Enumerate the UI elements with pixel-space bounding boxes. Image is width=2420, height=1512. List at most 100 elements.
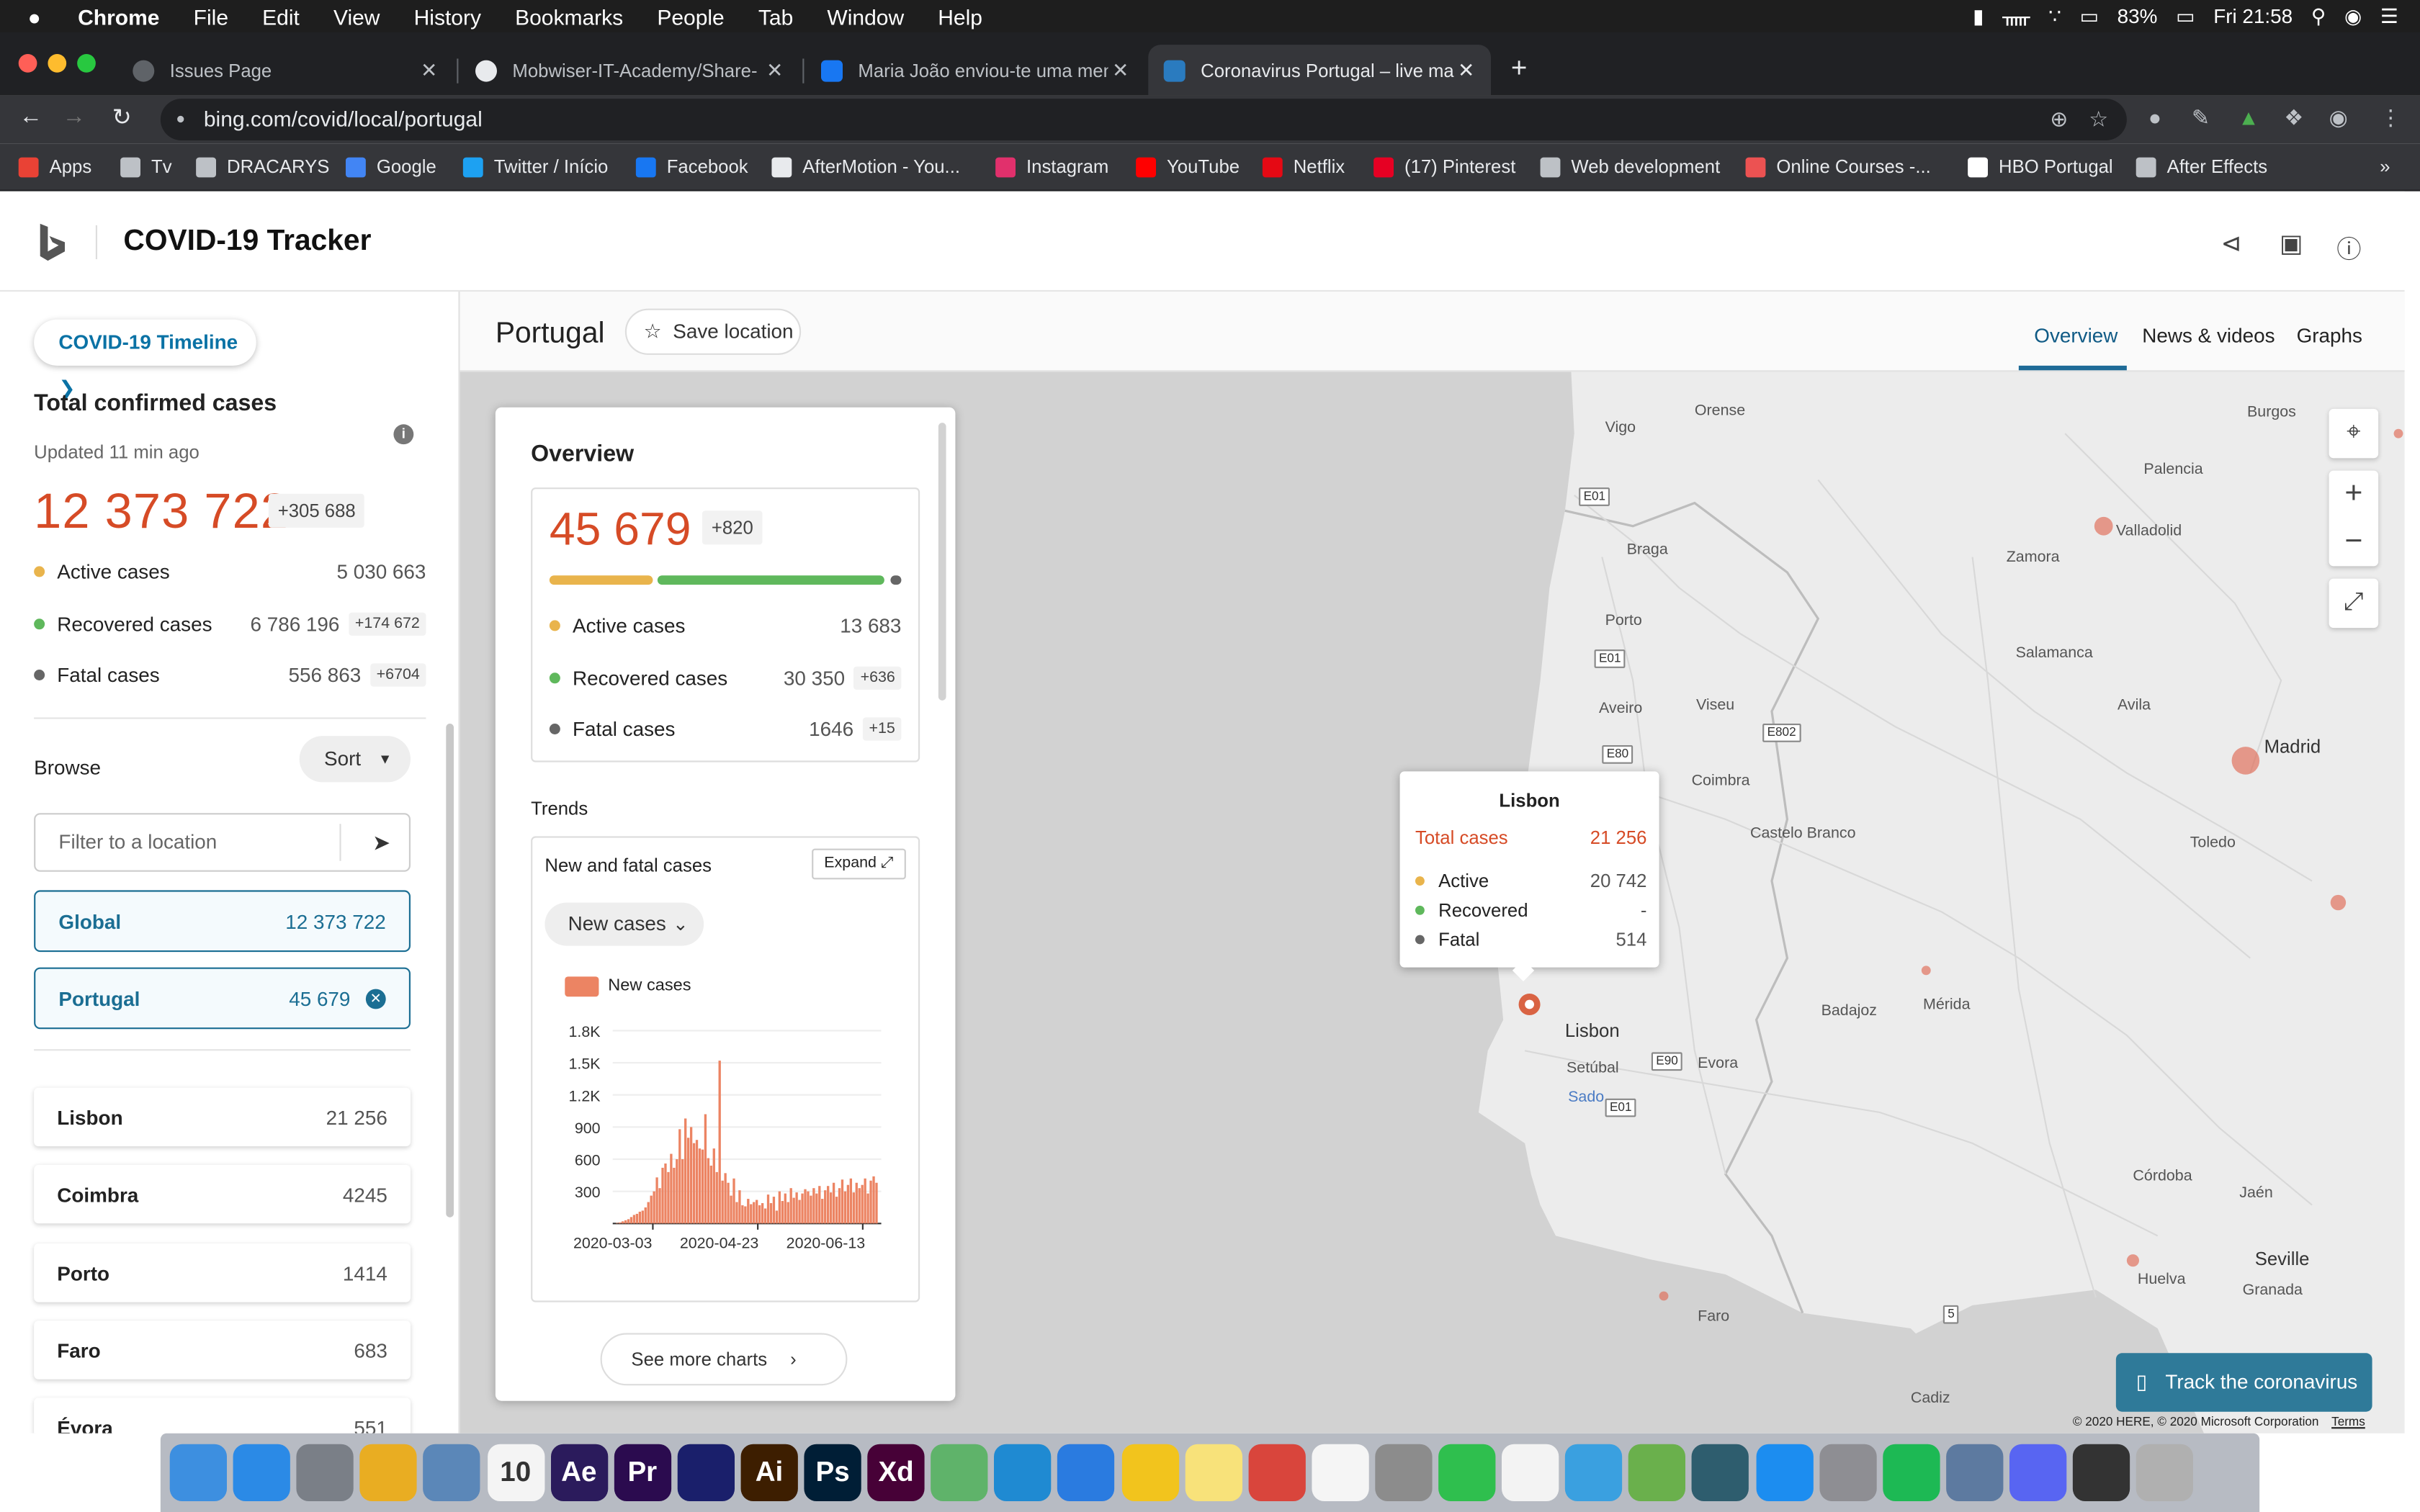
window-close-button[interactable] xyxy=(18,54,37,73)
menu-people[interactable]: People xyxy=(657,4,724,28)
window-zoom-button[interactable] xyxy=(77,54,96,73)
dock-app-icon[interactable]: Pr xyxy=(614,1444,671,1501)
window-minimize-button[interactable] xyxy=(48,54,67,73)
locate-me-button[interactable]: ⌖ xyxy=(2329,408,2379,459)
dock-app-icon[interactable] xyxy=(1375,1444,1433,1501)
dock-app-icon[interactable] xyxy=(1057,1444,1115,1501)
location-global[interactable]: Global 12 373 722 xyxy=(34,890,411,953)
expand-chart-button[interactable]: Expand ⤢ xyxy=(812,848,906,880)
terms-link[interactable]: Terms xyxy=(2331,1415,2365,1428)
tab-news-videos[interactable]: News & videos xyxy=(2142,324,2275,347)
tab-issues-page[interactable]: Issues Page ✕ xyxy=(117,45,454,96)
tab-coronavirus-portugal[interactable]: Coronavirus Portugal – live map ✕ xyxy=(1148,45,1491,96)
tab-close-icon[interactable]: ✕ xyxy=(417,58,442,82)
location-filter-input[interactable]: Filter to a location ➤ xyxy=(34,813,411,872)
dock-app-icon[interactable] xyxy=(1438,1444,1496,1501)
tab-overview[interactable]: Overview xyxy=(2034,324,2118,347)
dock-app-icon[interactable] xyxy=(1184,1444,1242,1501)
spotlight-icon[interactable]: ⚲ xyxy=(2311,4,2326,28)
dock-app-icon[interactable] xyxy=(1755,1444,1813,1501)
menu-edit[interactable]: Edit xyxy=(262,4,300,28)
bookmark-item[interactable]: Instagram xyxy=(995,153,1108,181)
clock[interactable]: Fri 21:58 xyxy=(2213,4,2293,27)
bookmark-item[interactable]: Tv xyxy=(120,153,172,181)
tab-close-icon[interactable]: ✕ xyxy=(1108,58,1133,82)
bluetooth-icon[interactable]: ᚅ xyxy=(2002,4,2030,28)
forward-button[interactable]: → xyxy=(58,104,89,130)
dock-app-icon[interactable] xyxy=(677,1444,735,1501)
dock-app-icon[interactable] xyxy=(1247,1444,1306,1501)
dock-app-icon[interactable] xyxy=(1882,1444,1940,1501)
locate-me-icon[interactable]: ➤ xyxy=(372,814,390,870)
location-porto[interactable]: Porto 1414 xyxy=(34,1243,411,1302)
tab-close-icon[interactable]: ✕ xyxy=(763,58,787,82)
bookmark-item[interactable]: HBO Portugal xyxy=(1968,153,2113,181)
storage-icon[interactable]: ▮ xyxy=(1973,4,1984,28)
dock-app-icon[interactable] xyxy=(1565,1444,1623,1501)
back-button[interactable]: ← xyxy=(15,104,46,130)
notification-center-icon[interactable]: ☰ xyxy=(2380,4,2398,28)
bookmark-item[interactable]: Netflix xyxy=(1262,153,1345,181)
save-location-button[interactable]: ☆ Save location xyxy=(624,308,802,355)
apple-icon[interactable]: ● xyxy=(28,4,41,28)
extensions-puzzle-icon[interactable]: ❖ xyxy=(2284,105,2303,131)
location-evora[interactable]: Évora 551 xyxy=(34,1398,411,1434)
info-icon[interactable]: ⓘ xyxy=(2336,228,2361,265)
dock-app-icon[interactable] xyxy=(1311,1444,1369,1501)
zoom-in-button[interactable]: + xyxy=(2329,471,2379,518)
menubar-app-name[interactable]: Chrome xyxy=(78,4,159,28)
dock-app-icon[interactable] xyxy=(1628,1444,1686,1501)
track-coronavirus-button[interactable]: ▯ Track the coronavirus xyxy=(2115,1353,2372,1412)
dock-app-icon[interactable] xyxy=(2009,1444,2067,1501)
dock-app-icon[interactable] xyxy=(994,1444,1052,1501)
location-portugal[interactable]: Portugal 45 679 ✕ xyxy=(34,967,411,1030)
dock-app-icon[interactable] xyxy=(2136,1444,2194,1501)
dock-app-icon[interactable]: Ps xyxy=(804,1444,861,1501)
bookmark-item[interactable]: After Effects xyxy=(2136,153,2267,181)
dock-app-icon[interactable]: Ai xyxy=(740,1444,798,1501)
card-scrollbar[interactable] xyxy=(938,423,946,701)
bookmark-item[interactable]: DRACARYS xyxy=(196,153,329,181)
bookmark-item[interactable]: Google xyxy=(346,153,436,181)
reload-button[interactable]: ↻ xyxy=(107,104,138,131)
pen-extension-icon[interactable]: ✎ xyxy=(2192,105,2210,131)
sidebar-scrollbar[interactable] xyxy=(446,723,454,1218)
chart-metric-dropdown[interactable]: New cases ⌄ xyxy=(544,902,704,946)
clear-location-icon[interactable]: ✕ xyxy=(365,988,386,1009)
dock-app-icon[interactable] xyxy=(359,1444,418,1501)
airplay-icon[interactable]: ▭ xyxy=(2080,4,2099,28)
share-icon[interactable]: ⊲ xyxy=(2221,228,2242,259)
bookmark-star-icon[interactable]: ☆ xyxy=(2089,99,2108,140)
new-tab-button[interactable]: + xyxy=(1511,53,1528,85)
bookmark-item[interactable]: Facebook xyxy=(635,153,748,181)
battery-icon[interactable]: ▭ xyxy=(2176,4,2195,28)
dock-app-icon[interactable]: Xd xyxy=(867,1444,925,1501)
see-more-charts-button[interactable]: See more charts › xyxy=(600,1333,848,1386)
location-lisbon[interactable]: Lisbon 21 256 xyxy=(34,1087,411,1147)
wifi-icon[interactable]: ∵ xyxy=(2048,4,2061,28)
menu-bookmarks[interactable]: Bookmarks xyxy=(515,4,623,28)
address-bar[interactable]: ● bing.com/covid/local/portugal ⊕ ☆ xyxy=(160,99,2127,140)
menu-help[interactable]: Help xyxy=(938,4,982,28)
extension-icon[interactable]: ● xyxy=(2148,105,2161,130)
menu-file[interactable]: File xyxy=(194,4,228,28)
info-icon[interactable]: i xyxy=(393,424,414,445)
dock-app-icon[interactable] xyxy=(233,1444,291,1501)
sort-dropdown[interactable]: Sort ▼ xyxy=(299,736,411,783)
bing-logo-icon[interactable] xyxy=(37,222,68,263)
lock-icon[interactable]: ● xyxy=(176,99,185,140)
bookmarks-overflow-icon[interactable]: » xyxy=(2380,153,2390,181)
dock-app-icon[interactable] xyxy=(1692,1444,1749,1501)
siri-icon[interactable]: ◉ xyxy=(2344,4,2362,28)
dock-app-icon[interactable] xyxy=(296,1444,354,1501)
tree-extension-icon[interactable]: ▲ xyxy=(2238,105,2259,130)
bookmark-item[interactable]: Web development xyxy=(1540,153,1720,181)
dock-app-icon[interactable] xyxy=(1819,1444,1876,1501)
bookmark-item[interactable]: AfterMotion - You... xyxy=(771,153,960,181)
menu-view[interactable]: View xyxy=(333,4,380,28)
tab-graphs[interactable]: Graphs xyxy=(2297,324,2362,347)
dock-app-icon[interactable] xyxy=(2072,1444,2130,1501)
tab-github[interactable]: Mobwiser-IT-Academy/Share- ✕ xyxy=(460,45,799,96)
location-faro[interactable]: Faro 683 xyxy=(34,1320,411,1380)
dock-app-icon[interactable] xyxy=(1502,1444,1559,1501)
